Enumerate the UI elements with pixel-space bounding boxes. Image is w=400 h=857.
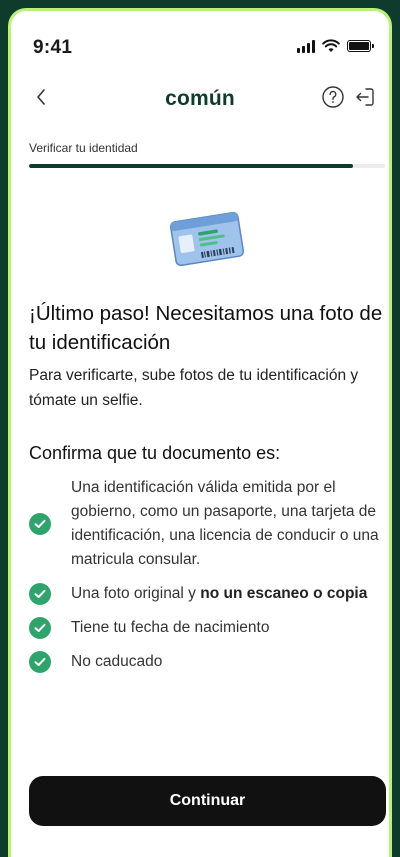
phone-screen: 9:41 común Verificar tu identidad ¡Últim… xyxy=(8,8,392,857)
status-bar: 9:41 xyxy=(11,11,389,71)
list-item: Tiene tu fecha de nacimiento xyxy=(29,616,389,640)
check-icon xyxy=(29,617,51,639)
list-item-text: No caducado xyxy=(71,653,163,670)
help-icon[interactable] xyxy=(321,85,345,109)
status-time: 9:41 xyxy=(33,37,73,58)
signal-icon xyxy=(297,39,315,53)
status-icons xyxy=(297,39,374,53)
exit-icon[interactable] xyxy=(353,85,377,109)
list-item: No caducado xyxy=(29,650,389,674)
id-card-icon xyxy=(169,211,245,267)
progress-fill xyxy=(29,164,353,168)
list-item-text: Una foto original y no un escaneo o copi… xyxy=(71,582,367,606)
check-icon xyxy=(29,583,51,605)
list-item-text: Una identificación válida emitida por el… xyxy=(71,479,379,568)
continue-button[interactable]: Continuar xyxy=(29,776,386,826)
app-frame: 9:41 común Verificar tu identidad ¡Últim… xyxy=(0,0,400,857)
top-nav: común xyxy=(11,73,389,123)
battery-icon xyxy=(347,40,374,52)
list-item: Una identificación válida emitida por el… xyxy=(29,476,389,572)
list-item: Una foto original y no un escaneo o copi… xyxy=(29,582,389,606)
list-item-text-regular: Una foto original y xyxy=(71,585,201,602)
list-item-text: Tiene tu fecha de nacimiento xyxy=(71,619,270,636)
progress-label: Verificar tu identidad xyxy=(29,141,138,155)
progress-track xyxy=(29,164,385,168)
check-icon xyxy=(29,513,51,535)
requirements-list: Una identificación válida emitida por el… xyxy=(29,476,389,684)
check-icon xyxy=(29,651,51,673)
requirements-title: Confirma que tu documento es: xyxy=(29,443,281,463)
page-subtitle: Para verificarte, sube fotos de tu ident… xyxy=(29,367,359,409)
wifi-icon xyxy=(322,39,340,52)
list-item-text-bold: no un escaneo o copia xyxy=(200,585,368,602)
verification-progress: Verificar tu identidad xyxy=(29,141,385,168)
page-title: ¡Último paso! Necesitamos una foto de tu… xyxy=(29,302,383,354)
